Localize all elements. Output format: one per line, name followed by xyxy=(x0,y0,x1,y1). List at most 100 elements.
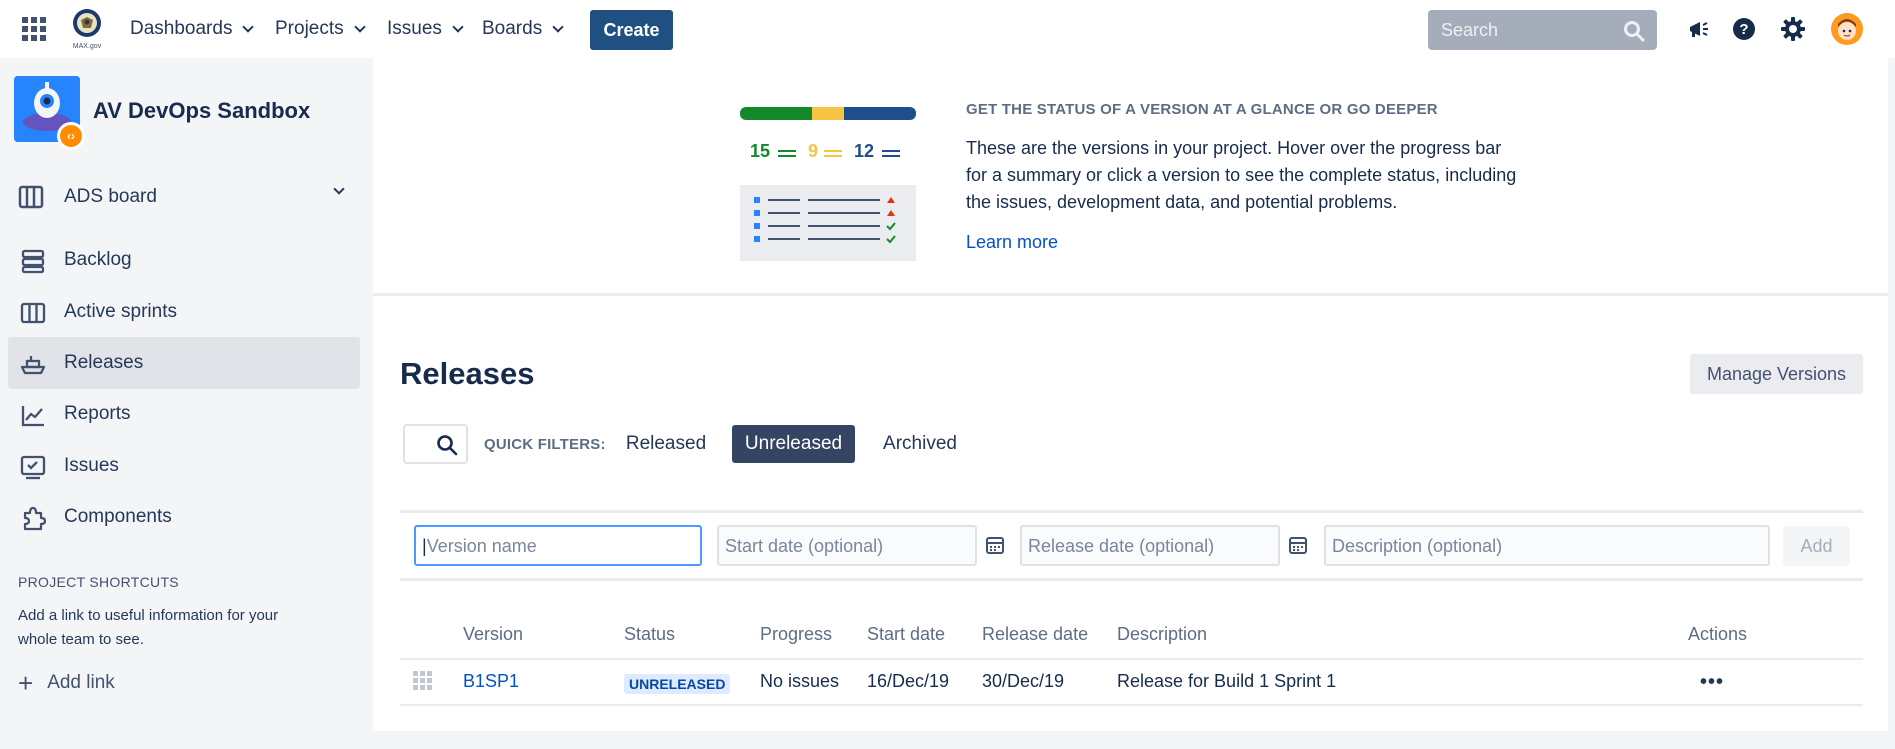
sidebar-item-releases[interactable]: Releases xyxy=(8,337,360,389)
puzzle-icon xyxy=(23,506,46,531)
progress-cell: No issues xyxy=(760,671,840,691)
vertical-scrollbar[interactable] xyxy=(1888,58,1895,749)
version-progress-illustration: 15 9 12 xyxy=(740,107,916,261)
version-name-placeholder: Version name xyxy=(426,536,537,556)
nav-issues-label: Issues xyxy=(387,18,442,39)
board-icon xyxy=(18,185,44,209)
project-name[interactable]: AV DevOps Sandbox xyxy=(93,98,310,124)
in-progress-count: 9 xyxy=(808,141,818,161)
help-icon[interactable]: ? xyxy=(1730,15,1758,43)
sidebar-item-reports[interactable]: Reports xyxy=(8,388,360,440)
sidebar-item-issues[interactable]: Issues xyxy=(8,440,360,492)
sidebar-item-label: Issues xyxy=(64,455,119,476)
sidebar-item-label: Components xyxy=(64,506,172,527)
top-navigation: MAX.gov Dashboards Projects Issues Board… xyxy=(0,0,1895,58)
project-shortcuts-heading: PROJECT SHORTCUTS xyxy=(18,574,179,590)
sidebar-item-active-sprints[interactable]: Active sprints xyxy=(8,286,360,338)
calendar-icon[interactable] xyxy=(985,535,1005,555)
search-icon xyxy=(1624,21,1645,42)
todo-count: 12 xyxy=(854,141,874,161)
chart-line-icon xyxy=(21,406,44,427)
quick-filters-label: QUICK FILTERS: xyxy=(484,436,606,453)
column-header-actions: Actions xyxy=(1688,624,1748,644)
page-title: Releases xyxy=(400,356,535,391)
add-link-label: Add link xyxy=(47,672,115,693)
row-divider xyxy=(400,704,1863,706)
board-selector[interactable]: ADS board xyxy=(18,180,353,214)
site-logo[interactable]: MAX.gov xyxy=(70,8,104,52)
start-date-cell: 16/Dec/19 xyxy=(867,671,950,691)
description-input[interactable]: Description (optional) xyxy=(1324,525,1770,566)
learn-more-link[interactable]: Learn more xyxy=(966,232,1058,253)
version-search-input[interactable] xyxy=(403,424,468,464)
description-cell: Release for Build 1 Sprint 1 xyxy=(1117,671,1337,691)
filter-released[interactable]: Released xyxy=(618,425,714,463)
description-placeholder: Description (optional) xyxy=(1332,536,1503,556)
release-date-cell: 30/Dec/19 xyxy=(982,671,1065,691)
done-count: 15 xyxy=(750,141,770,161)
chevron-down-icon xyxy=(452,20,464,33)
board-columns-icon xyxy=(20,302,46,324)
nav-projects[interactable]: Projects xyxy=(275,18,366,40)
column-header-start-date[interactable]: Start date xyxy=(867,624,945,645)
nav-dashboards-label: Dashboards xyxy=(130,18,233,39)
ship-icon xyxy=(20,356,46,375)
info-heading: GET THE STATUS OF A VERSION AT A GLANCE … xyxy=(966,101,1438,118)
search-icon xyxy=(437,435,458,456)
sidebar-item-label: Active sprints xyxy=(64,301,177,322)
add-version-button[interactable]: Add xyxy=(1783,526,1850,566)
chevron-down-icon xyxy=(242,20,255,33)
column-header-description: Description xyxy=(1117,624,1208,644)
announcement-icon[interactable] xyxy=(1684,15,1712,43)
sidebar-item-components[interactable]: Components xyxy=(8,491,360,543)
nav-boards[interactable]: Boards xyxy=(482,18,564,40)
column-header-release-date[interactable]: Release date xyxy=(982,624,1088,645)
drag-handle-icon[interactable] xyxy=(413,671,432,690)
version-name-input[interactable]: |Version name xyxy=(414,525,702,566)
search-input[interactable]: Search xyxy=(1428,10,1657,50)
column-header-progress: Progress xyxy=(760,624,833,644)
start-date-placeholder: Start date (optional) xyxy=(725,536,884,556)
status-badge: UNRELEASED xyxy=(624,674,731,694)
nav-boards-label: Boards xyxy=(482,18,543,39)
chevron-down-icon xyxy=(552,20,564,33)
sidebar-item-label: Backlog xyxy=(64,249,132,270)
search-placeholder: Search xyxy=(1441,20,1499,40)
header-divider xyxy=(400,658,1863,660)
filter-archived[interactable]: Archived xyxy=(872,425,968,463)
nav-issues[interactable]: Issues xyxy=(387,18,464,40)
sidebar-item-label: Reports xyxy=(64,403,131,424)
settings-gear-icon[interactable] xyxy=(1779,15,1807,43)
start-date-input[interactable]: Start date (optional) xyxy=(717,525,977,566)
app-switcher-icon[interactable] xyxy=(22,17,46,41)
nav-dashboards[interactable]: Dashboards xyxy=(130,18,255,40)
chevron-down-icon xyxy=(353,20,366,33)
backlog-icon xyxy=(21,249,45,274)
svg-text:MAX.gov: MAX.gov xyxy=(73,43,102,50)
plus-icon: + xyxy=(18,668,34,698)
nav-projects-label: Projects xyxy=(275,18,344,39)
more-actions-icon[interactable]: ••• xyxy=(1700,671,1724,694)
project-shortcuts-description: Add a link to useful information for you… xyxy=(18,607,279,648)
code-badge-icon: ‹› xyxy=(57,122,85,150)
create-button[interactable]: Create xyxy=(590,10,673,50)
sidebar-item-label: Releases xyxy=(64,352,144,373)
column-header-status: Status xyxy=(624,624,676,644)
chevron-down-icon xyxy=(333,183,345,195)
issues-icon xyxy=(20,455,46,480)
info-description: These are the versions in your project. … xyxy=(966,138,1517,212)
add-link-button[interactable]: + Add link xyxy=(18,668,115,698)
version-link[interactable]: B1SP1 xyxy=(463,671,519,692)
filter-unreleased[interactable]: Unreleased xyxy=(732,425,855,463)
board-label: ADS board xyxy=(64,186,157,207)
sidebar-item-backlog[interactable]: Backlog xyxy=(8,234,360,286)
calendar-icon[interactable] xyxy=(1288,535,1308,555)
user-avatar[interactable] xyxy=(1831,13,1863,45)
project-sidebar: ‹› AV DevOps Sandbox ADS board Backlog A… xyxy=(0,58,373,749)
page-footer-strip xyxy=(373,731,1888,749)
manage-versions-button[interactable]: Manage Versions xyxy=(1690,354,1863,394)
release-date-input[interactable]: Release date (optional) xyxy=(1020,525,1280,566)
column-header-version[interactable]: Version xyxy=(463,624,523,645)
release-date-placeholder: Release date (optional) xyxy=(1028,536,1215,556)
svg-text:?: ? xyxy=(1739,21,1748,38)
